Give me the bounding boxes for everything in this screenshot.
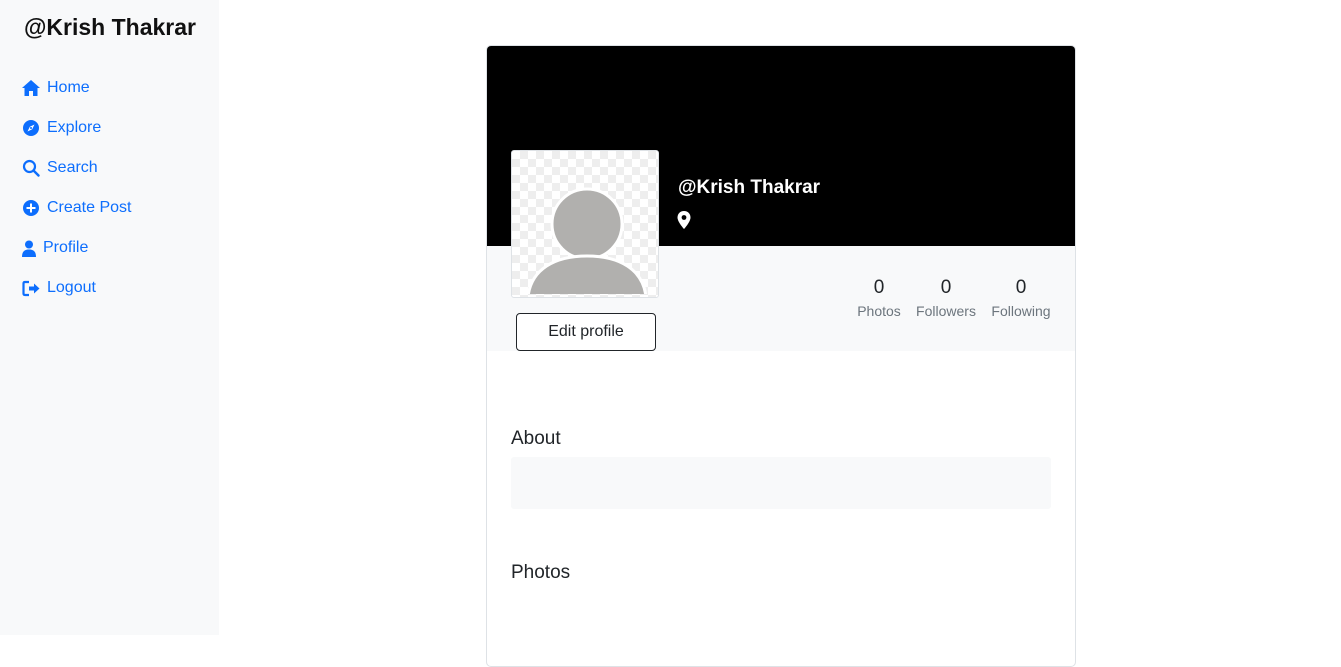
profile-card: @Krish Thakrar 0 Photos 0 Followers 0 Fo… bbox=[486, 45, 1076, 667]
compass-icon bbox=[21, 118, 41, 138]
home-icon bbox=[21, 78, 41, 98]
stat-label: Photos bbox=[857, 303, 901, 319]
sidebar-item-label: Profile bbox=[43, 239, 89, 256]
sidebar-item-create-post[interactable]: Create Post bbox=[21, 188, 131, 228]
avatar bbox=[511, 150, 659, 298]
sidebar-item-label: Explore bbox=[47, 119, 102, 136]
plus-circle-icon bbox=[21, 198, 41, 218]
stat-value: 0 bbox=[873, 277, 885, 298]
sidebar-item-label: Logout bbox=[47, 279, 96, 296]
brand-title: @Krish Thakrar bbox=[24, 14, 196, 40]
stat-photos: 0 Photos bbox=[849, 276, 909, 319]
sidebar-item-explore[interactable]: Explore bbox=[21, 108, 131, 148]
stat-label: Followers bbox=[916, 303, 976, 319]
profile-username: @Krish Thakrar bbox=[678, 177, 821, 198]
about-heading: About bbox=[511, 428, 561, 449]
stat-followers: 0 Followers bbox=[912, 276, 980, 319]
stat-value: 0 bbox=[940, 277, 952, 298]
default-avatar-icon bbox=[527, 187, 647, 294]
sidebar-item-profile[interactable]: Profile bbox=[21, 228, 131, 268]
sidebar-item-label: Home bbox=[47, 79, 90, 96]
sidebar-item-label: Search bbox=[47, 159, 98, 176]
stat-label: Following bbox=[991, 303, 1051, 319]
stat-value: 0 bbox=[1015, 277, 1027, 298]
sidebar-nav: Home Explore Search Create Post Profile bbox=[21, 68, 131, 308]
sidebar: @Krish Thakrar Home Explore Search Creat… bbox=[0, 0, 219, 635]
sidebar-item-logout[interactable]: Logout bbox=[21, 268, 131, 308]
search-icon bbox=[21, 158, 41, 178]
photos-heading: Photos bbox=[511, 562, 571, 583]
sidebar-item-search[interactable]: Search bbox=[21, 148, 131, 188]
user-icon bbox=[21, 238, 37, 258]
about-content bbox=[511, 457, 1051, 509]
stat-following: 0 Following bbox=[987, 276, 1055, 319]
logout-icon bbox=[21, 278, 41, 298]
sidebar-item-home[interactable]: Home bbox=[21, 68, 131, 108]
sidebar-item-label: Create Post bbox=[47, 199, 132, 216]
edit-profile-button[interactable]: Edit profile bbox=[516, 313, 656, 351]
location-pin-icon bbox=[677, 211, 691, 234]
